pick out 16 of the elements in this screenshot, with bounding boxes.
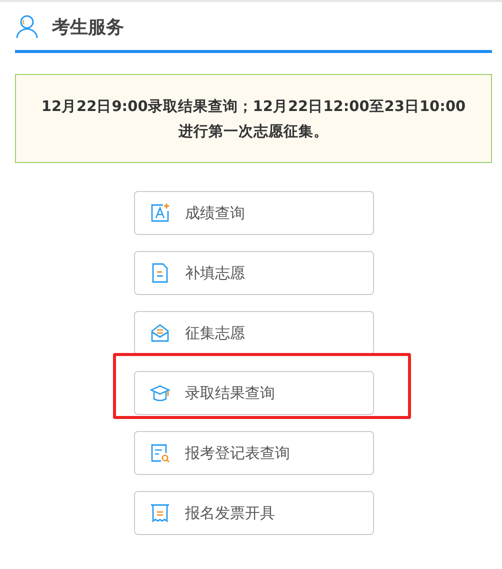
service-button[interactable]: 录取结果查询	[134, 371, 374, 415]
envelope-icon	[150, 323, 170, 343]
document-search-icon	[150, 443, 170, 463]
user-icon	[16, 14, 38, 38]
service-button[interactable]: 报考登记表查询	[134, 431, 374, 475]
service-button[interactable]: 报名发票开具	[134, 491, 374, 535]
notice-text: 12月22日9:00录取结果查询；12月22日12:00至23日10:00	[41, 98, 466, 116]
notice-text: 进行第一次志愿征集。	[178, 122, 328, 140]
receipt-icon	[150, 503, 170, 523]
graduation-cap-icon	[150, 383, 170, 403]
document-icon	[150, 263, 170, 283]
service-button[interactable]: 征集志愿	[134, 311, 374, 355]
service-button[interactable]: 补填志愿	[134, 251, 374, 295]
service-button[interactable]: 成绩查询	[134, 191, 374, 235]
section-title: 考生服务	[52, 16, 124, 38]
letter-a-icon	[150, 203, 170, 223]
